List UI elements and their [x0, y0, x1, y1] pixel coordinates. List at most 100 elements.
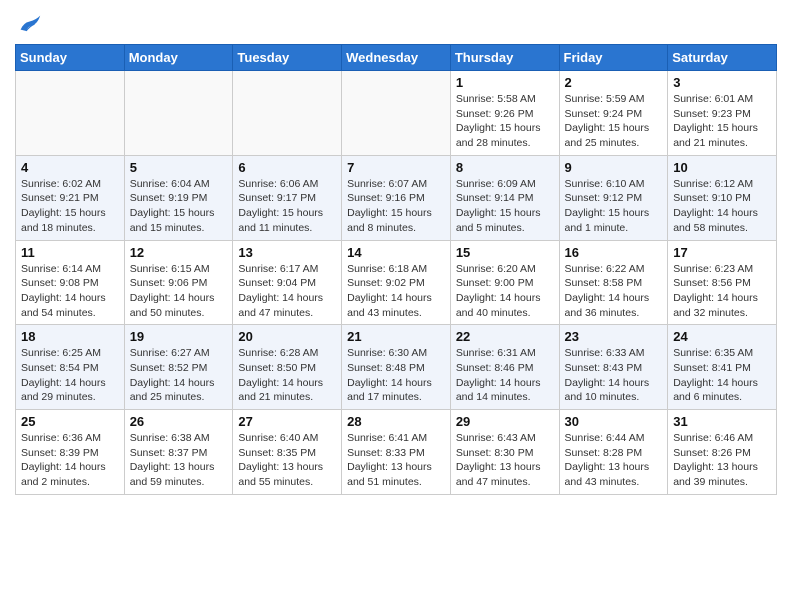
calendar-cell: [233, 71, 342, 156]
calendar-cell: 25 Sunrise: 6:36 AM Sunset: 8:39 PM Dayli…: [16, 410, 125, 495]
weekday-header-saturday: Saturday: [668, 45, 777, 71]
day-number: 23: [565, 329, 663, 344]
calendar-cell: 5Sunrise: 6:04 AM Sunset: 9:19 PM Daylig…: [124, 155, 233, 240]
day-info: Sunrise: 6:18 AM Sunset: 9:02 PM Dayligh…: [347, 262, 445, 321]
day-info: Sunrise: 6:22 AM Sunset: 8:58 PM Dayligh…: [565, 262, 663, 321]
day-number: 24: [673, 329, 771, 344]
calendar-cell: 7 Sunrise: 6:07 AM Sunset: 9:16 PM Daylig…: [342, 155, 451, 240]
day-number: 22: [456, 329, 554, 344]
calendar-cell: 4Sunrise: 6:02 AM Sunset: 9:21 PM Daylig…: [16, 155, 125, 240]
day-info: Sunrise: 6:38 AM Sunset: 8:37 PM Dayligh…: [130, 431, 228, 490]
day-info: Sunrise: 6:01 AM Sunset: 9:23 PM Dayligh…: [673, 92, 771, 151]
day-number: 20: [238, 329, 336, 344]
day-number: 2: [565, 75, 663, 90]
day-number: 16: [565, 245, 663, 260]
day-info: Sunrise: 6:07 AM Sunset: 9:16 PM Dayligh…: [347, 177, 445, 236]
calendar-cell: 6 Sunrise: 6:06 AM Sunset: 9:17 PM Daylig…: [233, 155, 342, 240]
calendar-cell: [342, 71, 451, 156]
day-info: Sunrise: 6:46 AM Sunset: 8:26 PM Dayligh…: [673, 431, 771, 490]
day-info: Sunrise: 6:40 AM Sunset: 8:35 PM Dayligh…: [238, 431, 336, 490]
weekday-header-tuesday: Tuesday: [233, 45, 342, 71]
day-info: Sunrise: 6:31 AM Sunset: 8:46 PM Dayligh…: [456, 346, 554, 405]
logo: [15, 10, 43, 38]
day-number: 27: [238, 414, 336, 429]
calendar-week-row: 1Sunrise: 5:58 AM Sunset: 9:26 PM Daylig…: [16, 71, 777, 156]
day-number: 25: [21, 414, 119, 429]
calendar-cell: 18 Sunrise: 6:25 AM Sunset: 8:54 PM Dayli…: [16, 325, 125, 410]
day-info: Sunrise: 6:25 AM Sunset: 8:54 PM Dayligh…: [21, 346, 119, 405]
calendar-cell: 12 Sunrise: 6:15 AM Sunset: 9:06 PM Dayli…: [124, 240, 233, 325]
day-number: 10: [673, 160, 771, 175]
day-number: 29: [456, 414, 554, 429]
day-info: Sunrise: 6:04 AM Sunset: 9:19 PM Dayligh…: [130, 177, 228, 236]
calendar-cell: 3 Sunrise: 6:01 AM Sunset: 9:23 PM Daylig…: [668, 71, 777, 156]
calendar-cell: 10 Sunrise: 6:12 AM Sunset: 9:10 PM Dayli…: [668, 155, 777, 240]
day-number: 1: [456, 75, 554, 90]
day-number: 31: [673, 414, 771, 429]
calendar-cell: 19Sunrise: 6:27 AM Sunset: 8:52 PM Dayli…: [124, 325, 233, 410]
day-number: 6: [238, 160, 336, 175]
calendar-cell: 29 Sunrise: 6:43 AM Sunset: 8:30 PM Dayli…: [450, 410, 559, 495]
day-number: 30: [565, 414, 663, 429]
weekday-header-friday: Friday: [559, 45, 668, 71]
calendar-cell: 17 Sunrise: 6:23 AM Sunset: 8:56 PM Dayli…: [668, 240, 777, 325]
calendar-cell: 11 Sunrise: 6:14 AM Sunset: 9:08 PM Dayli…: [16, 240, 125, 325]
day-number: 9: [565, 160, 663, 175]
calendar-cell: 27 Sunrise: 6:40 AM Sunset: 8:35 PM Dayli…: [233, 410, 342, 495]
day-number: 26: [130, 414, 228, 429]
day-info: Sunrise: 6:30 AM Sunset: 8:48 PM Dayligh…: [347, 346, 445, 405]
day-info: Sunrise: 6:12 AM Sunset: 9:10 PM Dayligh…: [673, 177, 771, 236]
day-info: Sunrise: 6:10 AM Sunset: 9:12 PM Dayligh…: [565, 177, 663, 236]
day-number: 4: [21, 160, 119, 175]
day-info: Sunrise: 6:43 AM Sunset: 8:30 PM Dayligh…: [456, 431, 554, 490]
calendar-week-row: 4Sunrise: 6:02 AM Sunset: 9:21 PM Daylig…: [16, 155, 777, 240]
day-number: 17: [673, 245, 771, 260]
calendar-week-row: 11 Sunrise: 6:14 AM Sunset: 9:08 PM Dayli…: [16, 240, 777, 325]
calendar-cell: 13 Sunrise: 6:17 AM Sunset: 9:04 PM Dayli…: [233, 240, 342, 325]
calendar-cell: 15 Sunrise: 6:20 AM Sunset: 9:00 PM Dayli…: [450, 240, 559, 325]
day-number: 28: [347, 414, 445, 429]
calendar-cell: 23 Sunrise: 6:33 AM Sunset: 8:43 PM Dayli…: [559, 325, 668, 410]
calendar-cell: 21 Sunrise: 6:30 AM Sunset: 8:48 PM Dayli…: [342, 325, 451, 410]
day-number: 18: [21, 329, 119, 344]
day-info: Sunrise: 6:09 AM Sunset: 9:14 PM Dayligh…: [456, 177, 554, 236]
calendar-cell: 30Sunrise: 6:44 AM Sunset: 8:28 PM Dayli…: [559, 410, 668, 495]
calendar-cell: 28 Sunrise: 6:41 AM Sunset: 8:33 PM Dayli…: [342, 410, 451, 495]
calendar-cell: 24 Sunrise: 6:35 AM Sunset: 8:41 PM Dayli…: [668, 325, 777, 410]
day-info: Sunrise: 6:27 AM Sunset: 8:52 PM Dayligh…: [130, 346, 228, 405]
weekday-header-row: SundayMondayTuesdayWednesdayThursdayFrid…: [16, 45, 777, 71]
day-info: Sunrise: 6:36 AM Sunset: 8:39 PM Dayligh…: [21, 431, 119, 490]
day-info: Sunrise: 6:23 AM Sunset: 8:56 PM Dayligh…: [673, 262, 771, 321]
day-number: 3: [673, 75, 771, 90]
calendar-cell: 1Sunrise: 5:58 AM Sunset: 9:26 PM Daylig…: [450, 71, 559, 156]
day-number: 11: [21, 245, 119, 260]
calendar-table: SundayMondayTuesdayWednesdayThursdayFrid…: [15, 44, 777, 495]
calendar-cell: 14Sunrise: 6:18 AM Sunset: 9:02 PM Dayli…: [342, 240, 451, 325]
day-info: Sunrise: 6:35 AM Sunset: 8:41 PM Dayligh…: [673, 346, 771, 405]
calendar-week-row: 25 Sunrise: 6:36 AM Sunset: 8:39 PM Dayli…: [16, 410, 777, 495]
day-number: 15: [456, 245, 554, 260]
page-header: [15, 10, 777, 38]
calendar-cell: 2 Sunrise: 5:59 AM Sunset: 9:24 PM Daylig…: [559, 71, 668, 156]
day-info: Sunrise: 6:20 AM Sunset: 9:00 PM Dayligh…: [456, 262, 554, 321]
day-number: 7: [347, 160, 445, 175]
day-number: 8: [456, 160, 554, 175]
calendar-cell: 26 Sunrise: 6:38 AM Sunset: 8:37 PM Dayli…: [124, 410, 233, 495]
day-number: 12: [130, 245, 228, 260]
calendar-week-row: 18 Sunrise: 6:25 AM Sunset: 8:54 PM Dayli…: [16, 325, 777, 410]
calendar-cell: 9 Sunrise: 6:10 AM Sunset: 9:12 PM Daylig…: [559, 155, 668, 240]
day-info: Sunrise: 6:06 AM Sunset: 9:17 PM Dayligh…: [238, 177, 336, 236]
day-info: Sunrise: 6:41 AM Sunset: 8:33 PM Dayligh…: [347, 431, 445, 490]
day-info: Sunrise: 6:17 AM Sunset: 9:04 PM Dayligh…: [238, 262, 336, 321]
day-info: Sunrise: 6:14 AM Sunset: 9:08 PM Dayligh…: [21, 262, 119, 321]
calendar-cell: 8 Sunrise: 6:09 AM Sunset: 9:14 PM Daylig…: [450, 155, 559, 240]
day-info: Sunrise: 6:33 AM Sunset: 8:43 PM Dayligh…: [565, 346, 663, 405]
calendar-cell: 31 Sunrise: 6:46 AM Sunset: 8:26 PM Dayli…: [668, 410, 777, 495]
day-number: 21: [347, 329, 445, 344]
weekday-header-monday: Monday: [124, 45, 233, 71]
day-info: Sunrise: 6:15 AM Sunset: 9:06 PM Dayligh…: [130, 262, 228, 321]
calendar-cell: 20Sunrise: 6:28 AM Sunset: 8:50 PM Dayli…: [233, 325, 342, 410]
day-info: Sunrise: 5:59 AM Sunset: 9:24 PM Dayligh…: [565, 92, 663, 151]
weekday-header-sunday: Sunday: [16, 45, 125, 71]
day-number: 13: [238, 245, 336, 260]
